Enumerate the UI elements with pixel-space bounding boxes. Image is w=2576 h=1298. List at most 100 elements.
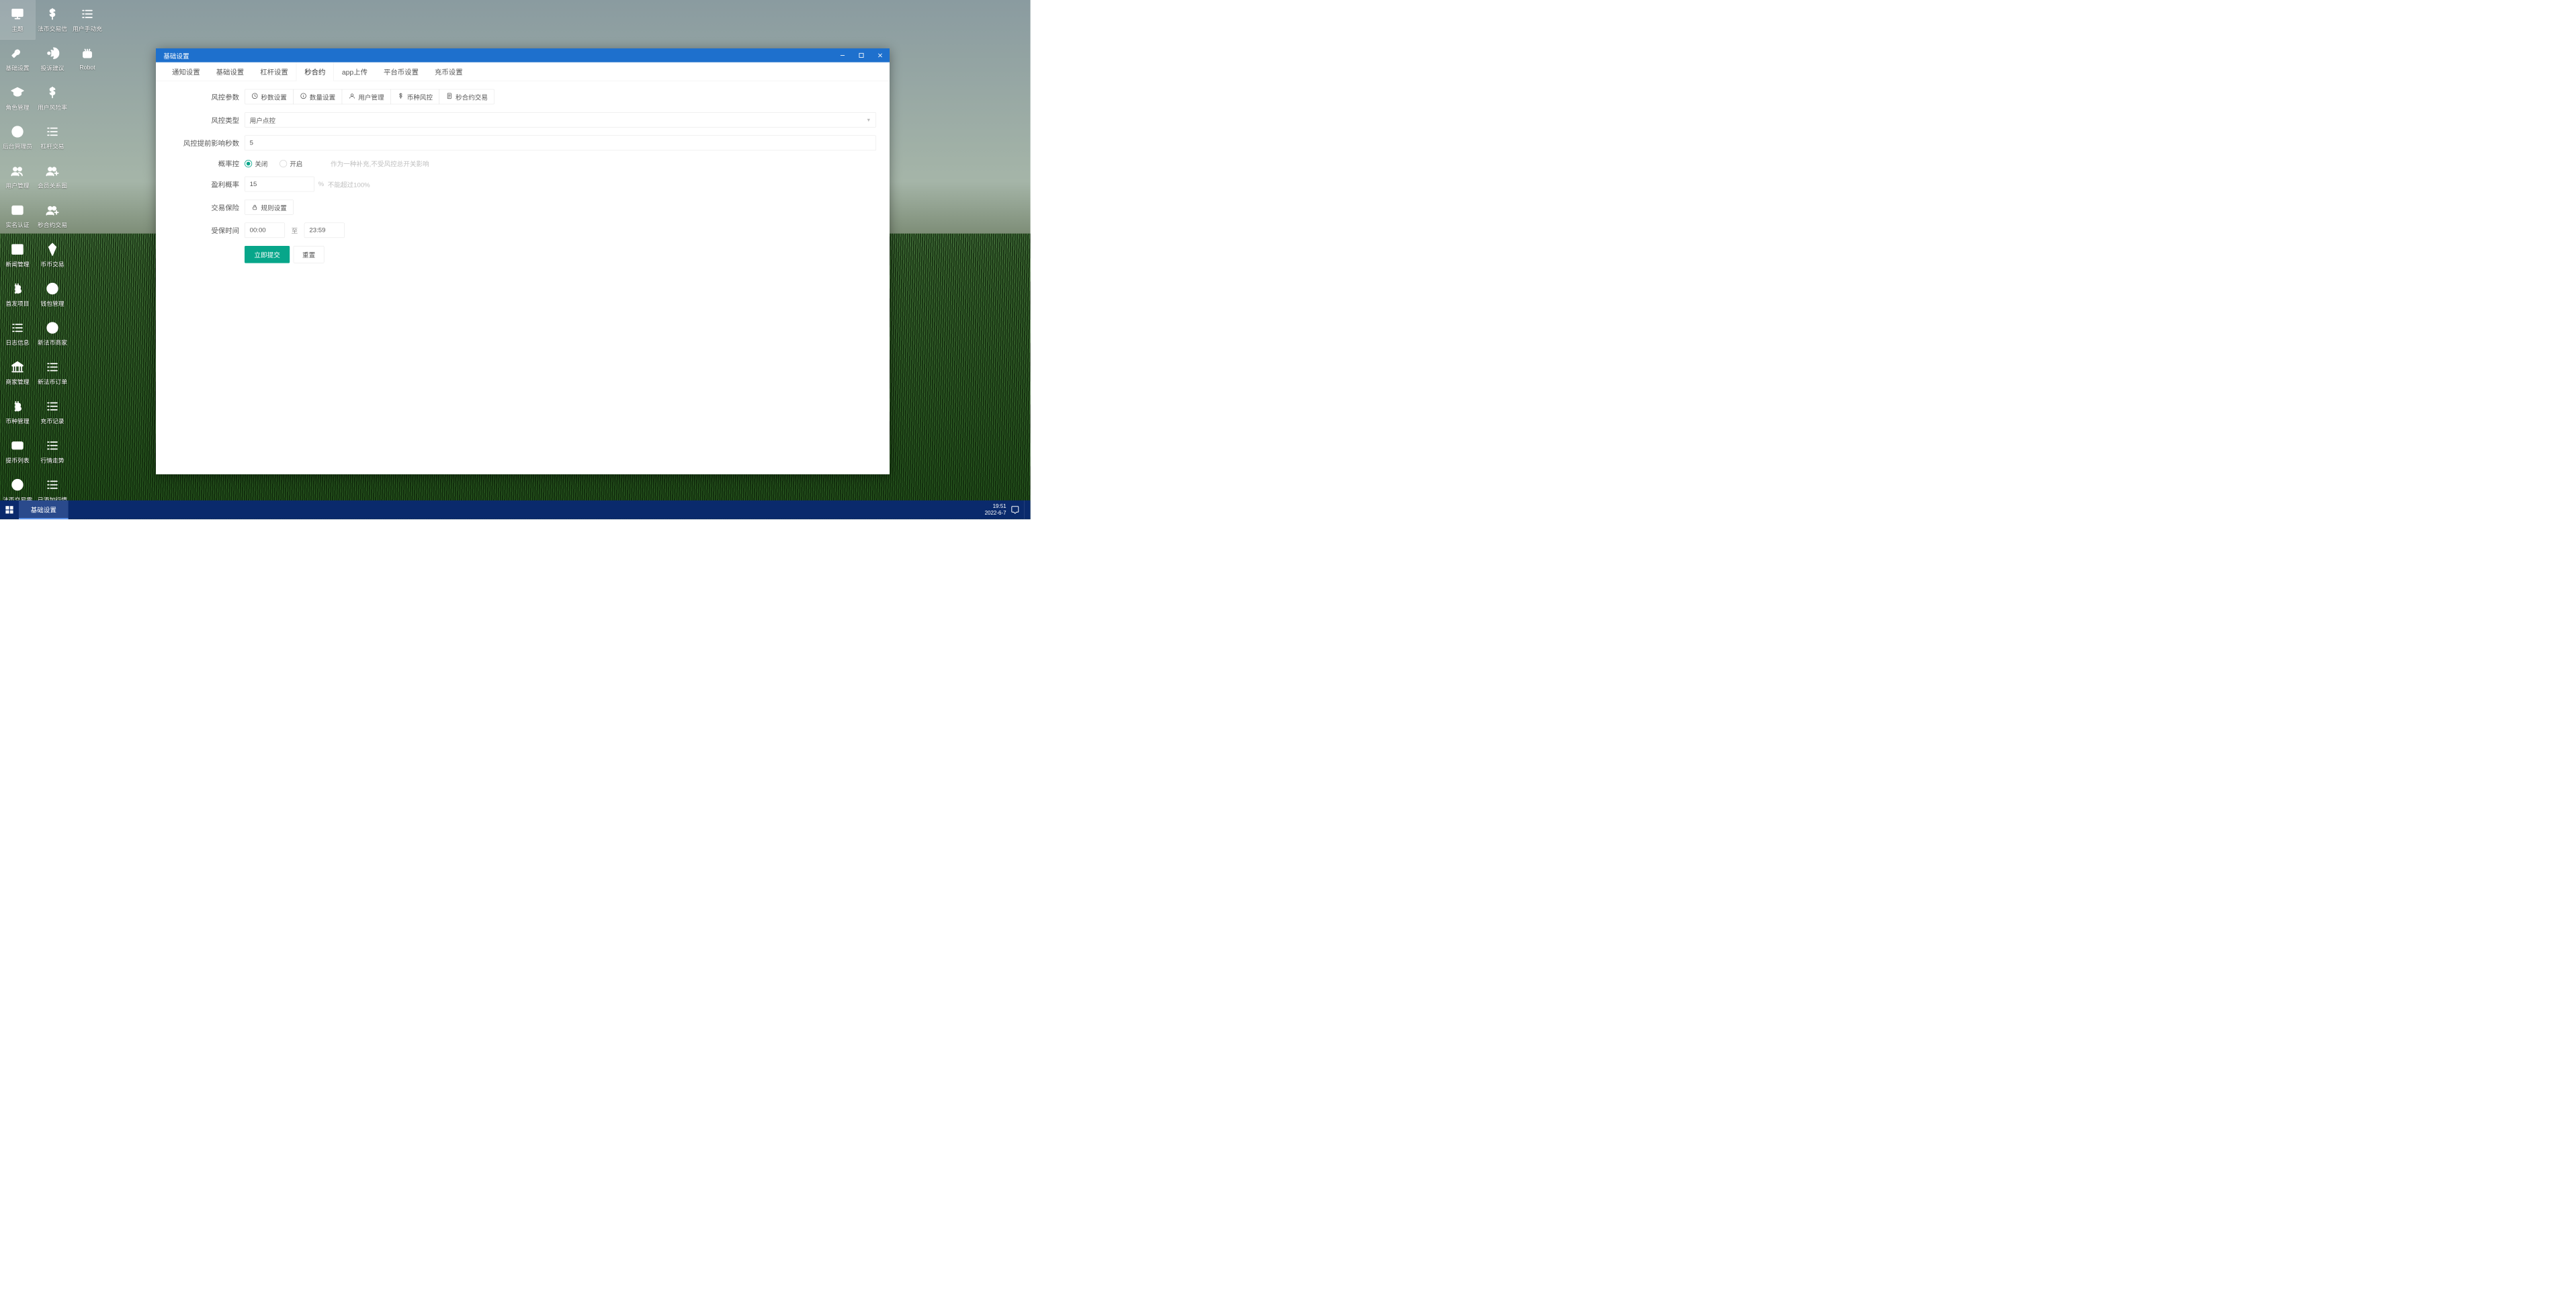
insurance-rule-button[interactable]: 规则设置 [245,200,294,214]
desktop-icon-label: 用户风险率 [38,103,67,112]
user-circle-icon [10,124,25,139]
clock[interactable]: 19:51 2022-6-7 [985,503,1006,517]
desktop-icon[interactable]: 杠杆交易 [35,118,70,157]
desktop-icon[interactable]: 用户风险率 [35,79,70,118]
idcard-icon [10,203,25,218]
bitcoin-icon [10,281,25,296]
diamond-icon [45,242,60,257]
desktop-icon[interactable]: 首发项目 [0,275,35,314]
param-button[interactable]: 币种风控 [390,89,439,104]
desktop-icon[interactable]: 投诉建议 [35,39,70,78]
tab[interactable]: 基础设置 [208,62,253,81]
info-icon [300,92,306,101]
desktop-icon-label: 提币列表 [5,456,29,464]
desktop-icon[interactable]: 会员关系图 [35,157,70,196]
tab[interactable]: 杠杆设置 [252,62,296,81]
bank-icon [10,359,25,374]
insured-time-to[interactable] [304,223,345,238]
desktop-icon[interactable]: 后台管理员 [0,118,35,157]
desktop-icon[interactable]: 角色管理 [0,79,35,118]
users-icon [10,163,25,178]
taskbar-item-settings[interactable]: 基础设置 [19,501,69,519]
tab[interactable]: 通知设置 [164,62,208,81]
start-button[interactable] [0,501,19,519]
desktop-icon-label: 商家管理 [5,378,29,386]
desktop-icon-label: 币币交易 [40,259,64,268]
reset-button[interactable]: 重置 [294,246,325,263]
desktop-icon-label: 杠杆交易 [40,142,64,150]
tab[interactable]: 平台币设置 [376,62,427,81]
desktop-icon[interactable]: 日志信息 [0,314,35,353]
desktop-icon[interactable]: 秒合约交易 [35,196,70,235]
param-button[interactable]: 秒数设置 [245,89,294,104]
list-icon [45,438,60,453]
desktop-icon[interactable]: 行情走势 [35,431,70,470]
submit-button[interactable]: 立即提交 [245,246,290,263]
desktop-icon[interactable]: 提币列表 [0,431,35,470]
insured-time-label: 受保时间 [156,225,245,235]
desktop-icon[interactable]: 实名认证 [0,196,35,235]
profit-rate-label: 盈利概率 [156,179,245,189]
tab[interactable]: 秒合约 [296,62,334,81]
bitcoin-icon [10,399,25,414]
desktop-icon[interactable]: 主题 [0,0,35,39]
desktop-icon[interactable]: 商家管理 [0,353,35,392]
desktop-icon[interactable]: 法币交易信 [35,0,70,39]
risk-params-buttons: 秒数设置数量设置用户管理币种风控秒合约交易 [245,89,495,104]
date: 2022-6-7 [985,510,1006,517]
probability-radio[interactable]: 开启 [280,159,302,168]
doc-icon [446,92,453,101]
param-button[interactable]: 秒合约交易 [439,89,495,104]
risk-type-select[interactable]: 用户点控 ▼ [245,112,876,127]
profit-hint: 不能超过100% [328,179,370,189]
wrench-icon [10,46,25,60]
probability-radio[interactable]: 关闭 [245,159,267,168]
notification-icon[interactable] [1011,506,1019,514]
maximize-button[interactable] [852,48,871,62]
tab[interactable]: 充币设置 [427,62,471,81]
close-button[interactable] [871,48,890,62]
window-titlebar[interactable]: 基础设置 [156,48,890,62]
robot-icon [80,46,95,61]
user-icon [349,92,355,101]
desktop-icon[interactable]: Robot [70,39,105,78]
preseconds-input[interactable] [245,136,876,150]
desktop-icons: 主题基础设置角色管理后台管理员用户管理实名认证新闻管理首发项目日志信息商家管理币… [0,0,105,503]
desktop-icon[interactable]: 新闻管理 [0,235,35,274]
card-icon [10,438,25,453]
speaker-icon [45,46,60,60]
insured-time-from[interactable] [245,223,285,238]
desktop-icon[interactable]: 用户手动充 [70,0,105,39]
risk-params-label: 风控参数 [156,92,245,102]
desktop-icon-label: 新法币商家 [38,338,67,347]
param-button[interactable]: 数量设置 [293,89,342,104]
profit-rate-input[interactable] [245,177,314,191]
window-content: 风控参数 秒数设置数量设置用户管理币种风控秒合约交易 风控类型 用户点控 ▼ 风… [156,81,890,474]
desktop-icon[interactable]: 币币交易 [35,235,70,274]
preseconds-label: 风控提前影响秒数 [156,138,245,148]
desktop-icon[interactable]: 充币记录 [35,392,70,431]
desktop-icon[interactable]: 钱包管理 [35,275,70,314]
newspaper-icon [10,242,25,257]
desktop-icon-label: 实名认证 [5,220,29,229]
window-title: 基础设置 [163,50,833,60]
users-plus-icon [45,163,60,178]
minimize-button[interactable] [833,48,852,62]
tab[interactable]: app上传 [334,62,376,81]
param-button[interactable]: 用户管理 [342,89,391,104]
dollar-icon [45,7,60,21]
desktop-icon[interactable]: 新法币订单 [35,353,70,392]
desktop-icon-label: Robot [79,64,95,71]
desktop-icon[interactable]: 用户管理 [0,157,35,196]
desktop-icon-label: 投诉建议 [40,63,64,72]
desktop-icon[interactable]: 基础设置 [0,39,35,78]
show-desktop-button[interactable] [1024,501,1027,519]
desktop-icon-label: 基础设置 [5,63,29,72]
radio-icon [245,160,252,167]
insurance-label: 交易保险 [156,202,245,212]
swap-icon [45,320,60,335]
desktop-icon[interactable]: 币种管理 [0,392,35,431]
desktop-icon[interactable]: 新法币商家 [35,314,70,353]
lock-icon [251,204,258,210]
dollar-icon [45,85,60,99]
